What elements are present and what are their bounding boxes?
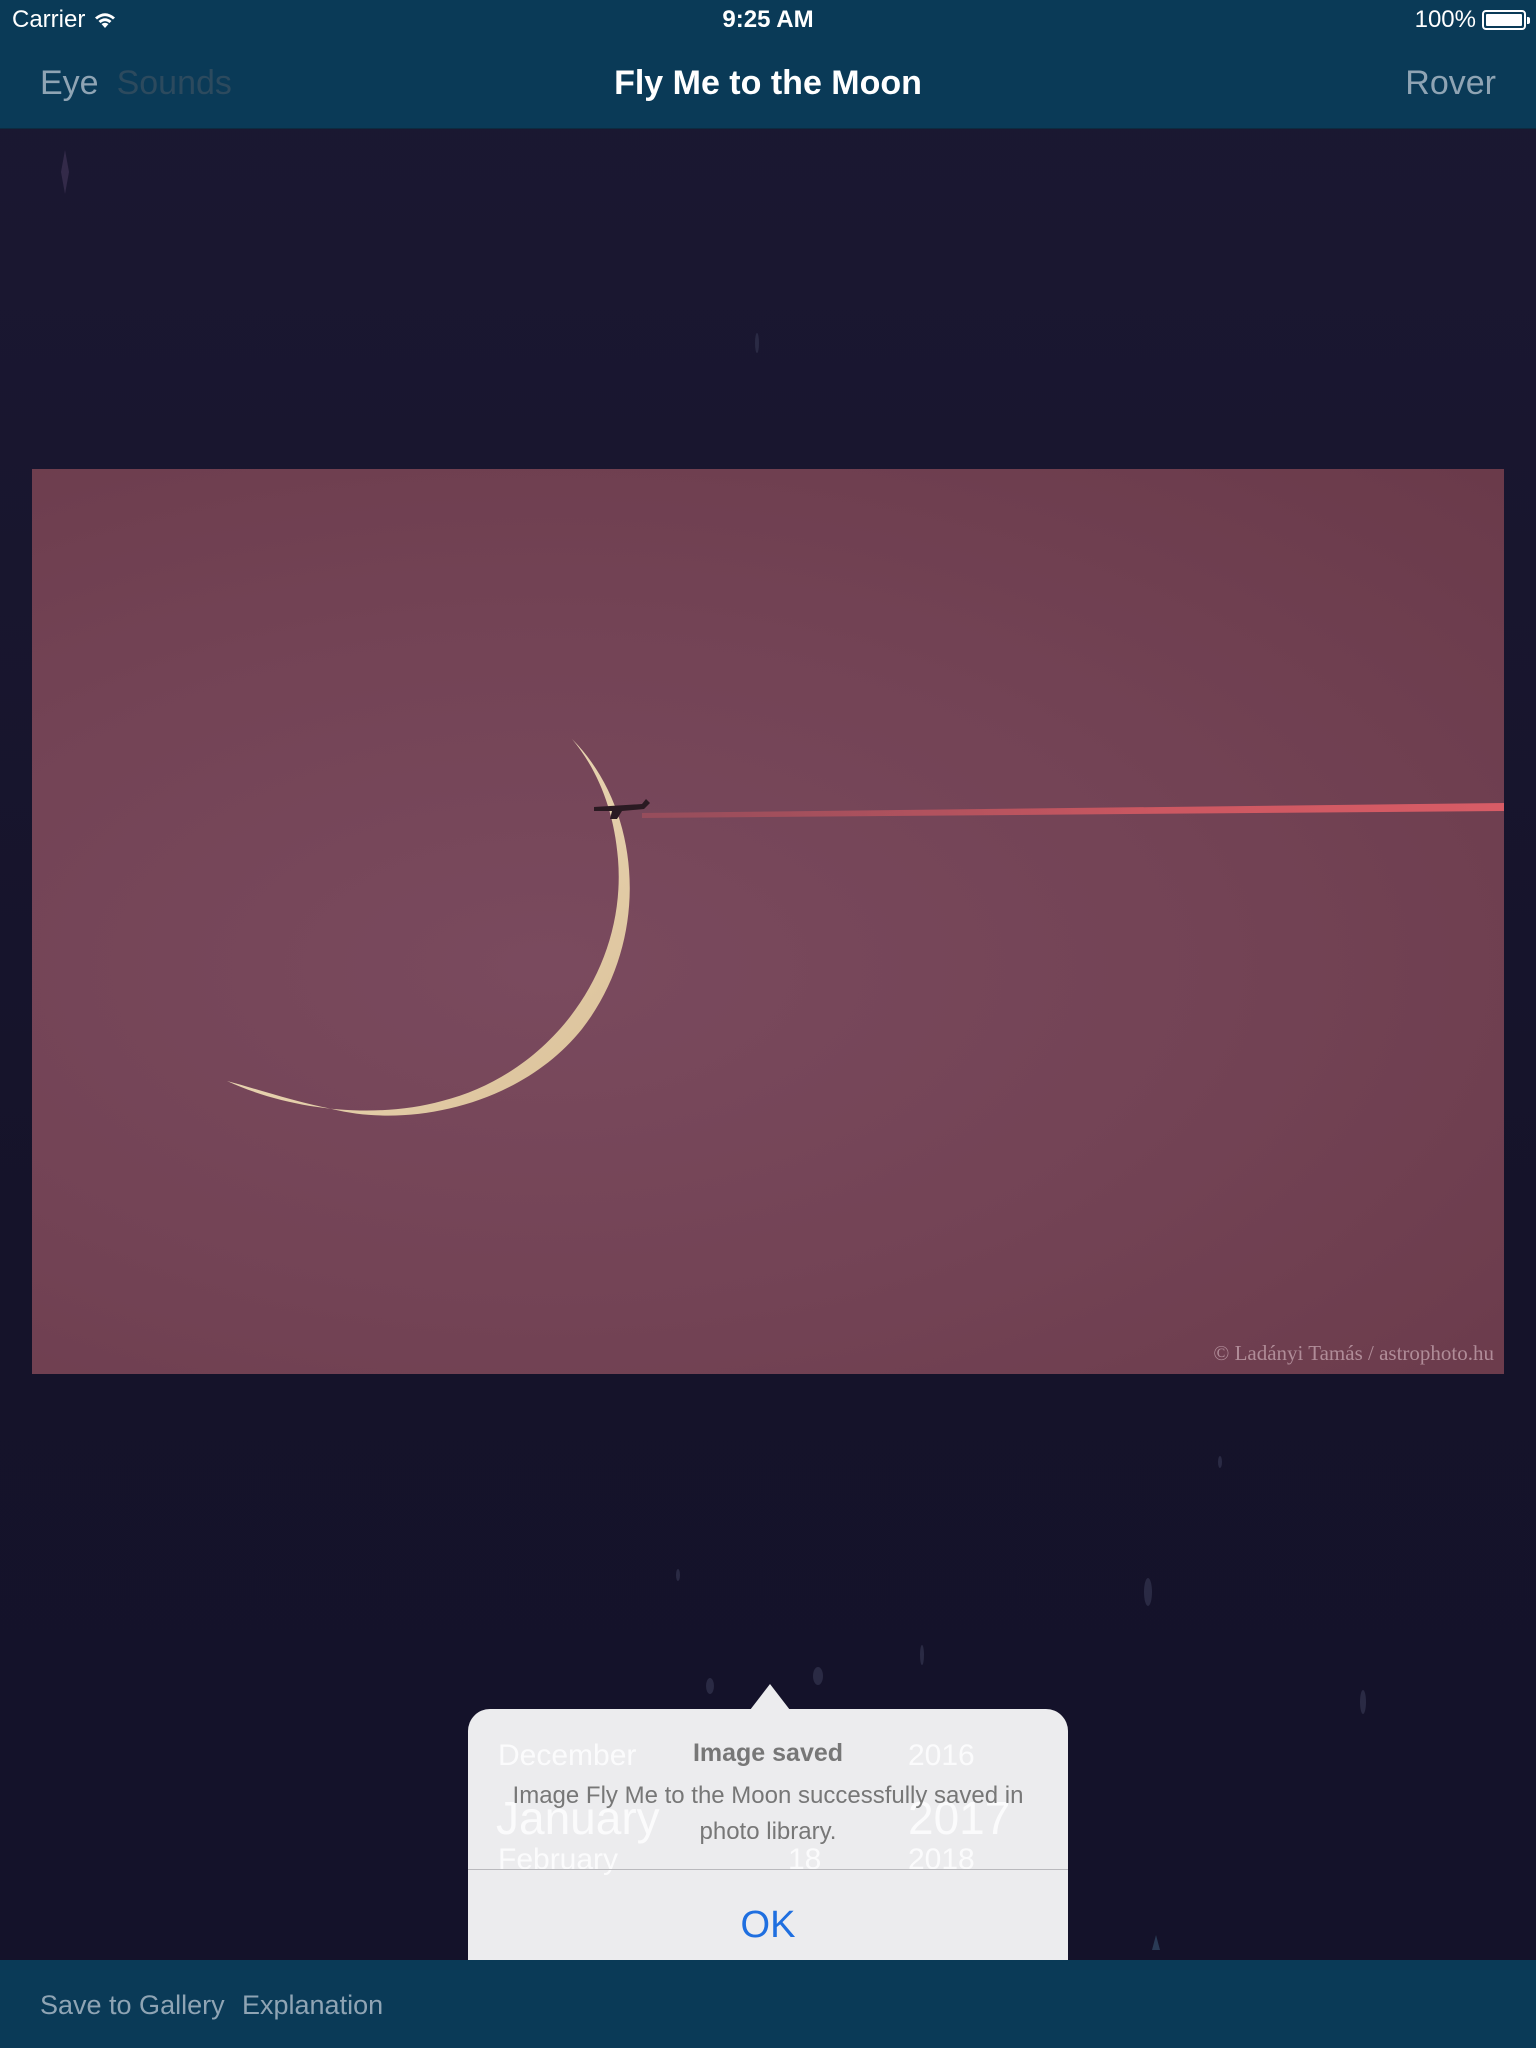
apod-screen: Carrier 9:25 AM 100% Eye Sounds Fly Me t… (0, 0, 1536, 2048)
photo-illustration (227, 739, 1504, 1116)
contrail (642, 803, 1504, 818)
sparkle-star (1152, 1935, 1160, 1950)
navigation-bar: Eye Sounds Fly Me to the Moon Rover (0, 40, 1536, 129)
status-time: 9:25 AM (722, 6, 814, 33)
dust-speck (1218, 1456, 1222, 1468)
status-bar: Carrier 9:25 AM 100% (0, 0, 1536, 40)
alert-message: Image Fly Me to the Moon successfully sa… (512, 1782, 1024, 1845)
image-saved-alert: December 2016 January 2017 February 18 2… (468, 1709, 1068, 1984)
bottom-toolbar: Save to Gallery Explanation (0, 1960, 1536, 2048)
rover-button[interactable]: Rover (1405, 64, 1496, 103)
battery-indicator: 100% (1414, 6, 1530, 34)
page-title: Fly Me to the Moon (614, 64, 922, 102)
battery-percent: 100% (1414, 6, 1476, 33)
battery-icon (1482, 10, 1530, 30)
dust-speck (706, 1678, 714, 1694)
dust-speck (755, 333, 759, 353)
sparkle-star (61, 150, 69, 194)
dust-speck (676, 1569, 680, 1581)
dust-speck (1144, 1578, 1152, 1606)
airplane (594, 799, 650, 819)
photo-credit: © Ladányi Tamás / astrophoto.hu (1213, 1341, 1494, 1365)
dust-speck (1360, 1690, 1366, 1714)
crescent-moon (227, 739, 630, 1116)
alert-popover-arrow (750, 1684, 790, 1710)
dust-speck (813, 1667, 823, 1685)
alert-title: Image saved (692, 1739, 844, 1767)
dust-speck (920, 1645, 924, 1665)
explanation-button[interactable]: Explanation (242, 1990, 383, 2021)
astronomy-photo[interactable]: © Ladányi Tamás / astrophoto.hu (32, 469, 1504, 1374)
save-to-gallery-button[interactable]: Save to Gallery (40, 1990, 225, 2021)
